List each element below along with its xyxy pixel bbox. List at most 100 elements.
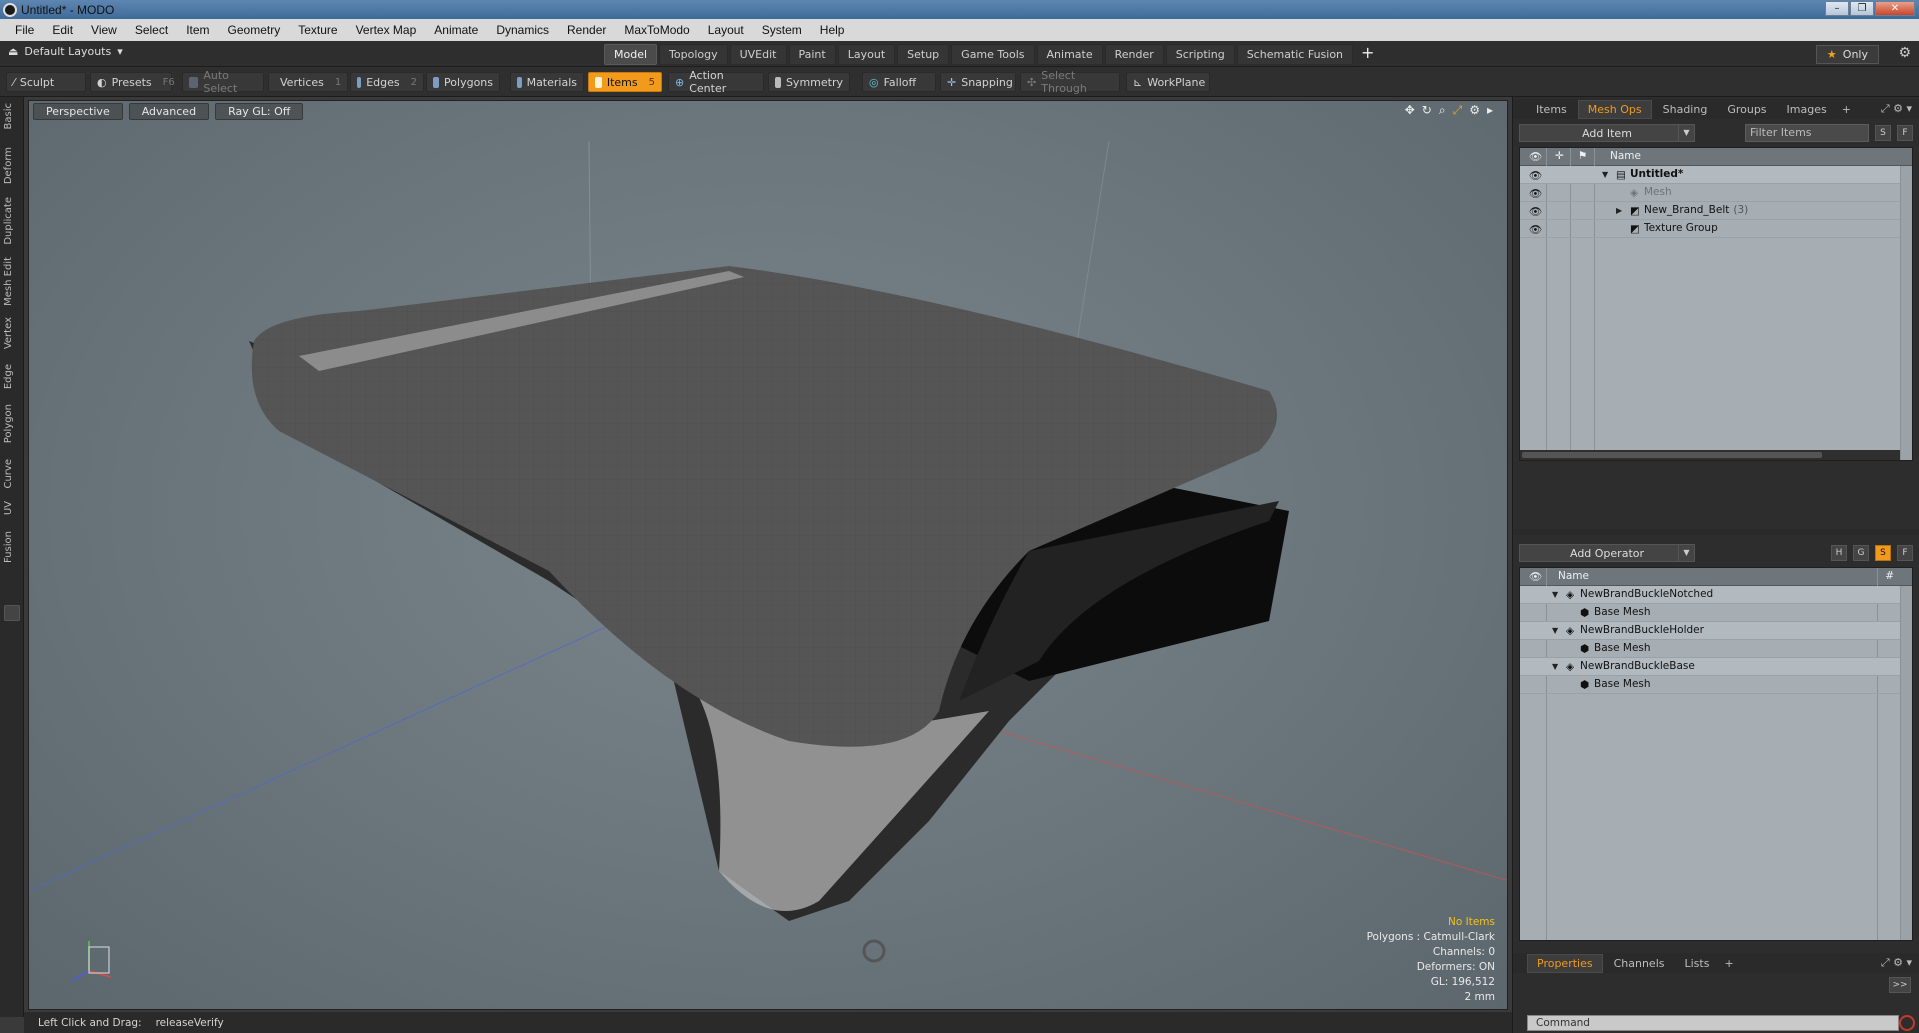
action-center-button[interactable]: ⊕ Action Center bbox=[668, 69, 764, 95]
tab-properties[interactable]: Properties bbox=[1527, 953, 1603, 973]
rotate-icon[interactable]: ↻ bbox=[1422, 103, 1432, 118]
tab-schematic-fusion[interactable]: Schematic Fusion bbox=[1236, 44, 1354, 65]
play-icon[interactable]: ▸ bbox=[1487, 103, 1493, 118]
vtab-fusion[interactable]: Fusion bbox=[3, 529, 21, 565]
add-tab-button[interactable]: + bbox=[1361, 44, 1374, 65]
expand-arrow-icon[interactable]: ▶ bbox=[1616, 206, 1622, 215]
vtab-deform[interactable]: Deform bbox=[3, 145, 21, 186]
vtab-uv[interactable]: UV bbox=[3, 499, 21, 517]
item-list-scrollbar[interactable] bbox=[1900, 166, 1912, 460]
menu-system[interactable]: System bbox=[753, 23, 811, 37]
list-item[interactable]: ⬢ Base Mesh bbox=[1520, 676, 1912, 694]
edges-button[interactable]: Edges 2 bbox=[350, 72, 424, 92]
tab-layout[interactable]: Layout bbox=[837, 44, 896, 65]
list-item[interactable]: 👁 ▶ ◩ New_Brand_Belt (3) bbox=[1520, 202, 1912, 220]
menu-dynamics[interactable]: Dynamics bbox=[487, 23, 558, 37]
menu-view[interactable]: View bbox=[82, 23, 126, 37]
vtab-basic[interactable]: Basic bbox=[3, 101, 21, 131]
tab-model[interactable]: Model bbox=[604, 44, 658, 65]
add-panel-tab-button[interactable]: + bbox=[1842, 103, 1851, 116]
meshops-h-button[interactable]: H bbox=[1831, 545, 1847, 561]
vtab-polygon[interactable]: Polygon bbox=[3, 402, 21, 445]
tab-shading[interactable]: Shading bbox=[1654, 101, 1717, 118]
vtab-mesh-edit[interactable]: Mesh Edit bbox=[3, 255, 21, 308]
tool-toggle[interactable] bbox=[4, 605, 20, 621]
collapse-arrow-icon[interactable]: ▼ bbox=[1552, 626, 1558, 635]
eye-icon[interactable]: 👁 bbox=[1529, 187, 1542, 200]
close-button[interactable]: ✕ bbox=[1875, 1, 1915, 16]
panel-splitter[interactable] bbox=[1513, 529, 1919, 535]
maximize-icon[interactable]: ⤢ bbox=[1453, 103, 1463, 118]
gear-icon[interactable]: ⚙ bbox=[1898, 45, 1911, 61]
advanced-dropdown[interactable]: Advanced bbox=[128, 103, 210, 120]
item-list-h-scrollbar[interactable] bbox=[1520, 450, 1900, 460]
expand-properties-button[interactable]: >> bbox=[1889, 977, 1911, 993]
tab-setup[interactable]: Setup bbox=[897, 44, 950, 65]
tab-channels[interactable]: Channels bbox=[1605, 955, 1674, 972]
eye-icon[interactable]: 👁 bbox=[1529, 169, 1542, 182]
3d-viewport[interactable]: Perspective Advanced Ray GL: Off ✥ ↻ ⌕ ⤢… bbox=[28, 100, 1508, 1010]
panel-options-icon[interactable]: ⤢ ⚙ ▾ bbox=[1881, 102, 1912, 116]
hash-column-header[interactable]: # bbox=[1885, 570, 1894, 582]
menu-edit[interactable]: Edit bbox=[43, 23, 82, 37]
falloff-button[interactable]: ◎ Falloff bbox=[862, 72, 936, 92]
list-item[interactable]: 👁 ▼ ▤ Untitled* bbox=[1520, 166, 1912, 184]
pan-icon[interactable]: ✥ bbox=[1405, 103, 1415, 118]
tab-scripting[interactable]: Scripting bbox=[1165, 44, 1235, 65]
workplane-button[interactable]: ⊾ WorkPlane bbox=[1126, 72, 1210, 92]
tab-images[interactable]: Images bbox=[1778, 101, 1836, 118]
clear-command-icon[interactable] bbox=[1899, 1015, 1915, 1031]
meshops-scrollbar[interactable] bbox=[1900, 586, 1912, 940]
command-input[interactable]: Command bbox=[1527, 1015, 1899, 1031]
eye-icon[interactable]: 👁 bbox=[1529, 205, 1542, 218]
auto-select-button[interactable]: Auto Select bbox=[182, 69, 264, 95]
items-button[interactable]: Items 5 bbox=[588, 72, 662, 92]
materials-button[interactable]: Materials bbox=[510, 72, 584, 92]
zoom-icon[interactable]: ⌕ bbox=[1439, 103, 1446, 118]
snapping-button[interactable]: ✛ Snapping bbox=[940, 72, 1016, 92]
add-panel-tab-button[interactable]: + bbox=[1724, 957, 1733, 970]
vtab-duplicate[interactable]: Duplicate bbox=[3, 195, 21, 247]
tab-uvedit[interactable]: UVEdit bbox=[729, 44, 787, 65]
name-column-header[interactable]: Name bbox=[1558, 570, 1589, 582]
scroll-thumb[interactable] bbox=[1522, 452, 1822, 458]
tab-lists[interactable]: Lists bbox=[1676, 955, 1719, 972]
tab-mesh-ops[interactable]: Mesh Ops bbox=[1577, 99, 1652, 119]
perspective-dropdown[interactable]: Perspective bbox=[33, 103, 123, 120]
list-item[interactable]: 👁 ◈ Mesh bbox=[1520, 184, 1912, 202]
list-item[interactable]: ▼ ◈ NewBrandBuckleHolder bbox=[1520, 622, 1912, 640]
menu-animate[interactable]: Animate bbox=[425, 23, 487, 37]
menu-select[interactable]: Select bbox=[126, 23, 177, 37]
maximize-button[interactable]: ❐ bbox=[1850, 1, 1874, 16]
vtab-curve[interactable]: Curve bbox=[3, 457, 21, 491]
collapse-arrow-icon[interactable]: ▼ bbox=[1552, 662, 1558, 671]
add-item-dropdown[interactable]: Add Item ▼ bbox=[1519, 124, 1695, 142]
select-through-button[interactable]: ✣ Select Through bbox=[1020, 69, 1120, 95]
vertices-button[interactable]: Vertices 1 bbox=[268, 72, 348, 92]
menu-vertex-map[interactable]: Vertex Map bbox=[347, 23, 426, 37]
add-operator-dropdown[interactable]: Add Operator ▼ bbox=[1519, 544, 1695, 562]
menu-render[interactable]: Render bbox=[558, 23, 615, 37]
menu-maxtomodo[interactable]: MaxToModo bbox=[615, 23, 698, 37]
vtab-edge[interactable]: Edge bbox=[3, 362, 21, 391]
tab-game-tools[interactable]: Game Tools bbox=[951, 44, 1035, 65]
menu-file[interactable]: File bbox=[6, 23, 43, 37]
collapse-arrow-icon[interactable]: ▼ bbox=[1602, 170, 1608, 179]
filter-f-button[interactable]: F bbox=[1897, 125, 1913, 141]
raygl-dropdown[interactable]: Ray GL: Off bbox=[215, 103, 304, 120]
filter-s-button[interactable]: S bbox=[1875, 125, 1891, 141]
minimize-button[interactable]: – bbox=[1825, 1, 1849, 16]
vtab-vertex[interactable]: Vertex bbox=[3, 315, 21, 351]
list-item[interactable]: ▼ ◈ NewBrandBuckleBase bbox=[1520, 658, 1912, 676]
settings-icon[interactable]: ⚙ bbox=[1469, 103, 1480, 118]
polygons-button[interactable]: Polygons bbox=[426, 72, 500, 92]
panel-options-icon[interactable]: ⤢ ⚙ ▾ bbox=[1881, 956, 1912, 970]
default-layouts-dropdown[interactable]: ⏏ Default Layouts ▾ bbox=[8, 45, 123, 58]
tab-topology[interactable]: Topology bbox=[659, 44, 728, 65]
collapse-arrow-icon[interactable]: ▼ bbox=[1552, 590, 1558, 599]
only-button[interactable]: ★ Only bbox=[1815, 45, 1879, 64]
menu-layout[interactable]: Layout bbox=[699, 23, 753, 37]
meshops-g-button[interactable]: G bbox=[1853, 545, 1869, 561]
menu-item[interactable]: Item bbox=[177, 23, 218, 37]
tab-items[interactable]: Items bbox=[1527, 101, 1576, 118]
